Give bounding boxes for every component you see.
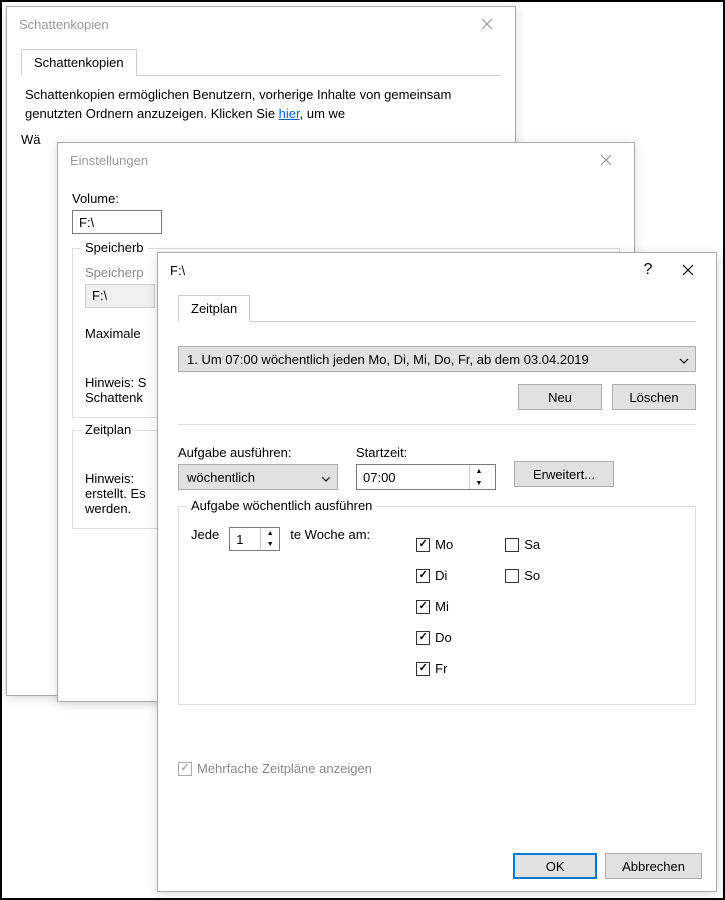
spin-down-icon[interactable]: ▼	[261, 539, 279, 550]
start-time-label: Startzeit:	[356, 445, 496, 460]
day-so-checkbox[interactable]: So	[505, 568, 540, 583]
window-title: Einstellungen	[70, 153, 148, 168]
week-interval-spinner[interactable]: ▲ ▼	[229, 527, 280, 551]
every-suffix-label: te Woche am:	[290, 527, 370, 542]
cancel-button[interactable]: Abbrechen	[605, 853, 702, 879]
tab-strip: Zeitplan	[178, 295, 696, 322]
advanced-button[interactable]: Erweitert...	[514, 461, 614, 487]
every-prefix-label: Jede	[191, 527, 219, 542]
day-mo-checkbox[interactable]: Mo	[416, 537, 453, 552]
start-time-spinner[interactable]: ▲ ▼	[356, 464, 496, 490]
spin-up-icon[interactable]: ▲	[261, 528, 279, 539]
weekly-groupbox: Aufgabe wöchentlich ausführen Jede ▲ ▼ t…	[178, 506, 696, 705]
volume-label: Volume:	[72, 191, 620, 206]
multiple-schedules-checkbox: Mehrfache Zeitpläne anzeigen	[178, 761, 696, 776]
spin-down-icon[interactable]: ▼	[470, 477, 488, 489]
spin-up-icon[interactable]: ▲	[470, 465, 488, 477]
volume-field	[72, 210, 162, 234]
chevron-down-icon	[321, 470, 331, 485]
chevron-down-icon	[679, 352, 689, 367]
day-mi-checkbox[interactable]: Mi	[416, 599, 453, 614]
tab-strip: Schattenkopien	[21, 49, 501, 76]
storage-path-field: F:\	[85, 284, 155, 308]
day-fr-checkbox[interactable]: Fr	[416, 661, 453, 676]
day-di-checkbox[interactable]: Di	[416, 568, 453, 583]
titlebar: Schattenkopien	[7, 7, 515, 41]
tab-shadow-copies[interactable]: Schattenkopien	[21, 49, 137, 76]
new-button[interactable]: Neu	[518, 384, 602, 410]
day-sa-checkbox[interactable]: Sa	[505, 537, 540, 552]
close-icon[interactable]	[586, 146, 626, 174]
frequency-dropdown[interactable]: wöchentlich	[178, 464, 338, 490]
task-run-label: Aufgabe ausführen:	[178, 445, 338, 460]
delete-button[interactable]: Löschen	[612, 384, 696, 410]
ok-button[interactable]: OK	[513, 853, 597, 879]
close-icon[interactable]	[668, 256, 708, 284]
titlebar: Einstellungen	[58, 143, 634, 177]
day-do-checkbox[interactable]: Do	[416, 630, 453, 645]
window-title: Schattenkopien	[19, 17, 109, 32]
description-text: Schattenkopien ermöglichen Benutzern, vo…	[25, 86, 497, 124]
help-icon[interactable]: ?	[628, 256, 668, 284]
tab-zeitplan[interactable]: Zeitplan	[178, 295, 250, 322]
titlebar: F:\ ?	[158, 253, 716, 287]
schedule-dialog: F:\ ? Zeitplan 1. Um 07:00 wöchentlich j…	[157, 252, 717, 892]
here-link[interactable]: hier	[279, 106, 300, 121]
window-title: F:\	[170, 263, 185, 278]
close-icon[interactable]	[467, 10, 507, 38]
schedule-summary-dropdown[interactable]: 1. Um 07:00 wöchentlich jeden Mo, Di, Mi…	[178, 346, 696, 372]
